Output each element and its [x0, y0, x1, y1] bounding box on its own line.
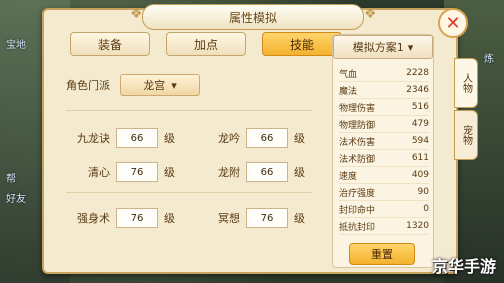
stat-value: 479 [411, 119, 429, 129]
plan-select[interactable]: 模拟方案1 ▾ [333, 35, 433, 59]
reset-button[interactable]: 重置 [349, 243, 415, 265]
skill-name: 龙附 [218, 166, 240, 179]
stat-row: 法术伤害 594 [339, 133, 429, 150]
skill-level-input[interactable]: 66 [246, 128, 288, 148]
chevron-down-icon: ▾ [407, 40, 414, 54]
skill-level-input[interactable]: 66 [116, 128, 158, 148]
skill-unit: 级 [294, 132, 305, 145]
chevron-down-icon: ▾ [171, 78, 177, 92]
stat-row: 魔法 2346 [339, 82, 429, 99]
skill-row: 冥想 76 级 [196, 208, 305, 228]
stat-name: 抵抗封印 [339, 222, 376, 233]
stat-name: 气血 [339, 69, 358, 80]
stats-panel: 模拟方案1 ▾ 气血 2228 魔法 2346 物理伤害 516 物理防御 479 法术… [332, 34, 434, 268]
ornament-right-icon: ❖ [364, 6, 377, 22]
stat-row: 法术防御 611 [339, 150, 429, 167]
stat-name: 物理防御 [339, 120, 376, 131]
stat-value: 0 [423, 204, 429, 214]
skill-unit: 级 [164, 132, 175, 145]
game-bg-label: 宝地 [6, 40, 26, 51]
skill-name: 冥想 [218, 212, 240, 225]
stat-value: 594 [411, 136, 429, 146]
school-select[interactable]: 龙宫 ▾ [120, 74, 200, 96]
stat-name: 治疗强度 [339, 188, 376, 199]
stat-name: 速度 [339, 171, 358, 182]
school-row: 角色门派 龙宫 ▾ [66, 74, 200, 96]
stat-name: 法术伤害 [339, 137, 376, 148]
skill-row: 清心 76 级 [66, 162, 175, 182]
stat-row: 治疗强度 90 [339, 184, 429, 201]
stat-row: 物理伤害 516 [339, 99, 429, 116]
skill-level-input[interactable]: 66 [246, 162, 288, 182]
stat-value: 2346 [406, 85, 429, 95]
skill-unit: 级 [164, 166, 175, 179]
skill-unit: 级 [294, 166, 305, 179]
skill-name: 清心 [88, 166, 110, 179]
divider [66, 110, 312, 111]
skill-row: 龙吟 66 级 [196, 128, 305, 148]
skill-name: 强身术 [77, 212, 110, 225]
stat-row: 物理防御 479 [339, 116, 429, 133]
dialog-title: 属性模拟 [142, 4, 364, 30]
game-bg-label: 帮 [6, 174, 16, 185]
watermark: 京华手游 [431, 257, 496, 276]
skill-name: 九龙诀 [77, 132, 110, 145]
stat-value: 516 [411, 102, 429, 112]
stat-name: 魔法 [339, 86, 358, 97]
close-icon: ✕ [445, 12, 461, 34]
tab-equipment[interactable]: 装备 [70, 32, 150, 56]
stat-value: 2228 [406, 68, 429, 78]
stats-list: 气血 2228 魔法 2346 物理伤害 516 物理防御 479 法术伤害 594 法术… [339, 65, 429, 235]
stat-name: 物理伤害 [339, 103, 376, 114]
skill-level-input[interactable]: 76 [116, 162, 158, 182]
skill-unit: 级 [294, 212, 305, 225]
tab-add-points[interactable]: 加点 [166, 32, 246, 56]
stat-value: 409 [411, 170, 429, 180]
stat-name: 封印命中 [339, 205, 376, 216]
game-bg-label: 炼 [484, 54, 494, 65]
school-label: 角色门派 [66, 79, 110, 92]
divider [66, 192, 312, 193]
skill-row: 强身术 76 级 [66, 208, 175, 228]
dialog-title-text: 属性模拟 [228, 10, 277, 25]
school-value: 龙宫 [143, 79, 166, 92]
skill-level-input[interactable]: 76 [246, 208, 288, 228]
stat-value: 611 [411, 153, 429, 163]
stat-value: 1320 [406, 221, 429, 231]
stat-row: 抵抗封印 1320 [339, 218, 429, 235]
ornament-left-icon: ❖ [130, 6, 143, 22]
skill-row: 龙附 66 级 [196, 162, 305, 182]
skills-area: 角色门派 龙宫 ▾ 九龙诀 66 级 龙吟 66 级 清心 76 级 龙附 66… [56, 66, 324, 264]
plan-label: 模拟方案1 [352, 41, 404, 54]
tab-pet[interactable]: 宠物 [454, 110, 478, 160]
tab-character[interactable]: 人物 [454, 58, 478, 108]
stat-value: 90 [417, 187, 429, 197]
skill-name: 龙吟 [218, 132, 240, 145]
main-tabs: 装备 加点 技能 [70, 32, 342, 56]
stat-name: 法术防御 [339, 154, 376, 165]
tab-skills[interactable]: 技能 [262, 32, 342, 56]
close-button[interactable]: ✕ [438, 8, 468, 38]
skill-unit: 级 [164, 212, 175, 225]
skill-level-input[interactable]: 76 [116, 208, 158, 228]
attribute-sim-dialog: 属性模拟 ❖ ❖ ✕ 装备 加点 技能 角色门派 龙宫 ▾ 九龙诀 66 级 龙… [42, 4, 478, 274]
stat-row: 气血 2228 [339, 65, 429, 82]
stat-row: 速度 409 [339, 167, 429, 184]
game-bg-label: 好友 [6, 194, 26, 205]
skill-row: 九龙诀 66 级 [66, 128, 175, 148]
stat-row: 封印命中 0 [339, 201, 429, 218]
